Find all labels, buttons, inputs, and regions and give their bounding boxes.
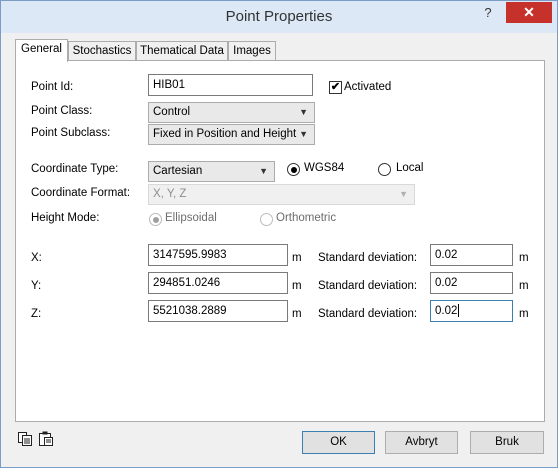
point-subclass-value: Fixed in Position and Height [153,128,297,140]
tab-images[interactable]: Images [228,41,276,61]
local-label: Local [396,162,424,174]
z-std-unit: m [519,308,529,320]
point-id-label: Point Id: [31,81,74,93]
paste-icon[interactable] [38,431,54,447]
x-std-unit: m [519,252,529,264]
tab-stochastics[interactable]: Stochastics [68,41,136,61]
chevron-down-icon: ▼ [299,129,308,139]
x-std-label: Standard deviation: [318,252,418,264]
z-unit: m [292,308,302,320]
activated-checkbox[interactable]: ✔ [329,81,342,94]
y-label: Y: [31,280,42,292]
x-input[interactable]: 3147595.9983 [148,244,288,266]
point-class-value: Control [153,106,191,118]
apply-button[interactable]: Bruk [470,431,544,454]
point-class-label: Point Class: [31,105,93,117]
x-unit: m [292,252,302,264]
y-std-unit: m [519,280,529,292]
point-subclass-select[interactable]: Fixed in Position and Height ▼ [148,124,315,145]
activated-label: Activated [344,81,392,93]
x-label: X: [31,252,42,264]
coordinate-type-select[interactable]: Cartesian ▼ [148,161,275,182]
z-std-label: Standard deviation: [318,308,418,320]
general-tab-panel: Point Id: HIB01 ✔ Activated Point Class:… [15,60,545,422]
close-icon: ✕ [523,4,535,20]
orthometric-radio [260,213,273,226]
tab-general[interactable]: General [15,39,68,62]
x-std-input[interactable]: 0.02 [430,244,513,266]
ellipsoidal-label: Ellipsoidal [165,212,217,224]
ok-button[interactable]: OK [302,431,375,454]
y-std-input[interactable]: 0.02 [430,272,513,294]
height-mode-label: Height Mode: [31,212,100,224]
window-title: Point Properties [225,8,333,25]
z-input[interactable]: 5521038.2889 [148,300,288,322]
chevron-down-icon: ▼ [299,107,308,117]
copy-icon[interactable] [17,431,33,447]
point-subclass-label: Point Subclass: [31,127,111,139]
z-label: Z: [31,308,42,320]
y-unit: m [292,280,302,292]
z-std-input[interactable]: 0.02 [430,300,513,322]
wgs84-label: WGS84 [304,162,345,174]
tab-thematical-data[interactable]: Thematical Data [136,41,228,61]
checkmark-icon: ✔ [330,81,341,93]
ellipsoidal-radio [149,213,162,226]
coordinate-format-select: X, Y, Z ▼ [148,184,415,205]
local-radio[interactable] [378,163,391,176]
coordinate-format-value: X, Y, Z [153,188,187,200]
coordinate-type-label: Coordinate Type: [31,163,119,175]
z-std-value: 0.02 [435,305,458,317]
chevron-down-icon: ▼ [399,189,408,199]
point-properties-dialog: Point Properties ? ✕ General Stochastics… [0,0,558,468]
cancel-button[interactable]: Avbryt [385,431,458,454]
orthometric-label: Orthometric [276,212,337,224]
wgs84-radio[interactable] [287,163,300,176]
coordinate-format-label: Coordinate Format: [31,187,131,199]
chevron-down-icon: ▼ [259,166,268,176]
coordinate-type-value: Cartesian [153,165,203,177]
title-bar[interactable]: Point Properties ? ✕ [1,1,557,33]
y-input[interactable]: 294851.0246 [148,272,288,294]
help-button[interactable]: ? [477,4,499,24]
text-caret [458,304,460,318]
point-id-input[interactable]: HIB01 [148,74,313,96]
y-std-label: Standard deviation: [318,280,418,292]
close-button[interactable]: ✕ [506,2,552,23]
point-class-select[interactable]: Control ▼ [148,102,315,123]
